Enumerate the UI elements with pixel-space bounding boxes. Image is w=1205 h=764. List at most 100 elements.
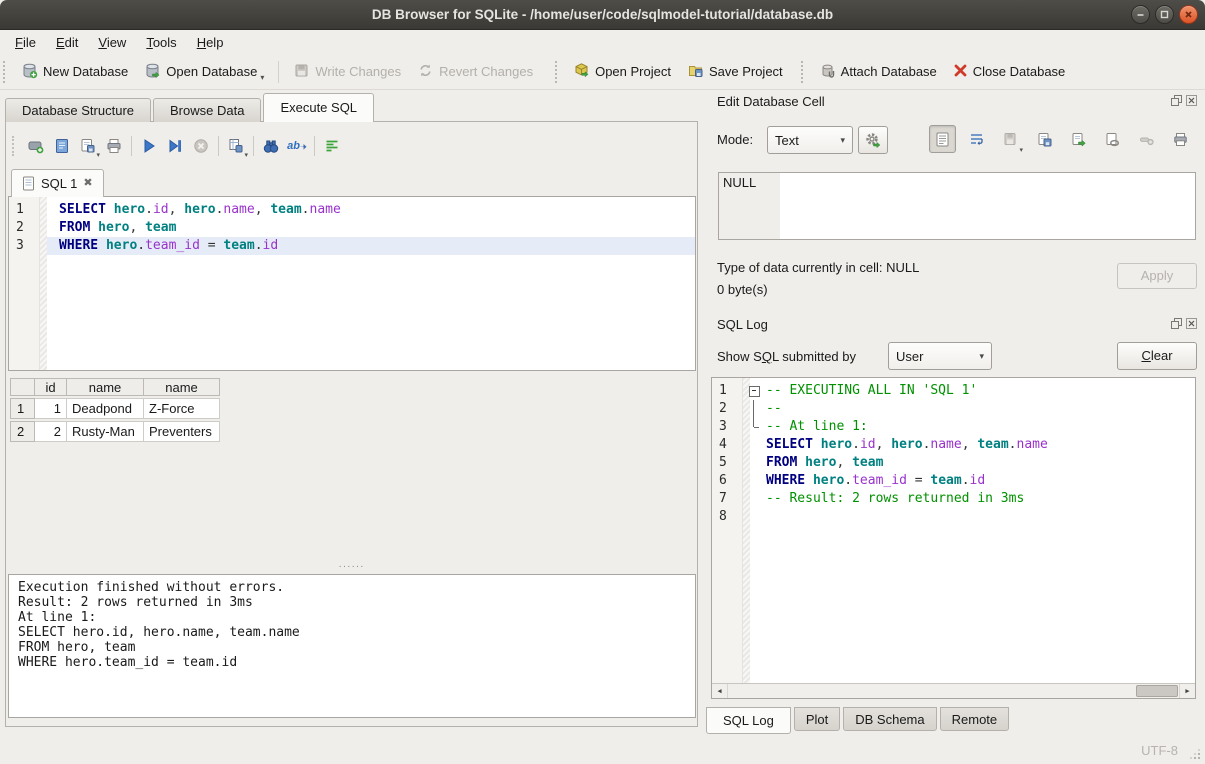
float-dock-icon[interactable]	[1171, 318, 1182, 329]
execute-line-icon	[166, 137, 184, 155]
code-text: -- EXECUTING ALL IN 'SQL 1'	[764, 382, 977, 400]
tab-database-structure[interactable]: Database Structure	[5, 98, 151, 122]
table-row: 11DeadpondZ-Force	[10, 398, 220, 419]
close-sql-tab-icon[interactable]: ✖	[83, 178, 92, 189]
menu-file[interactable]: File	[5, 33, 46, 52]
sql-log-view[interactable]: ◀ ▶ 1-- EXECUTING ALL IN 'SQL 1'2--3-- A…	[711, 377, 1196, 699]
print-sql-button[interactable]	[101, 134, 127, 158]
close-button[interactable]	[1179, 5, 1198, 24]
log-horizontal-scrollbar[interactable]: ◀ ▶	[712, 683, 1195, 698]
code-text: WHERE hero.team_id = team.id	[39, 237, 278, 255]
main-toolbar: New Database Open Database ▾ Write Chang…	[0, 54, 1205, 90]
fold-spacer	[742, 436, 764, 454]
link-data-button[interactable]	[1099, 125, 1126, 153]
new-database-button[interactable]: New Database	[13, 57, 136, 87]
maximize-icon	[1156, 6, 1173, 23]
clear-log-button[interactable]: Clear	[1117, 342, 1197, 370]
find-button[interactable]	[258, 134, 284, 158]
print-icon	[1172, 131, 1189, 148]
code-text: --	[764, 400, 782, 418]
scrollbar-thumb[interactable]	[1136, 685, 1178, 697]
open-project-button[interactable]: Open Project	[565, 57, 679, 87]
titlebar[interactable]: DB Browser for SQLite - /home/user/code/…	[0, 0, 1205, 30]
execution-status-log[interactable]: Execution finished without errors. Resul…	[8, 574, 696, 718]
new-tab-icon	[27, 137, 45, 155]
scroll-left-icon[interactable]: ◀	[712, 684, 728, 698]
minimize-button[interactable]	[1131, 5, 1150, 24]
code-line: 1SELECT hero.id, hero.name, team.name	[9, 201, 695, 219]
menu-tools[interactable]: Tools	[136, 33, 186, 52]
grid-corner-header[interactable]	[10, 378, 35, 396]
tab-db-schema[interactable]: DB Schema	[843, 707, 936, 731]
write-changes-button: Write Changes	[285, 57, 409, 87]
toolbar-drag-handle[interactable]	[555, 61, 561, 83]
stop-execution-button	[188, 134, 214, 158]
menu-help[interactable]: Help	[187, 33, 234, 52]
resize-grip[interactable]	[1198, 757, 1200, 759]
tab-sql-log[interactable]: SQL Log	[706, 707, 791, 734]
save-results-icon	[227, 137, 245, 155]
toolbar-drag-handle[interactable]	[3, 61, 9, 83]
save-as-button[interactable]	[1031, 125, 1058, 153]
print-cell-button[interactable]	[1167, 125, 1194, 153]
line-number: 1	[9, 201, 39, 219]
grid-column-header[interactable]: name	[67, 378, 144, 396]
grid-cell[interactable]: Z-Force	[144, 398, 220, 419]
grid-cell[interactable]: 2	[35, 421, 67, 442]
close-dock-icon[interactable]	[1186, 318, 1197, 329]
menu-edit[interactable]: Edit	[46, 33, 88, 52]
tab-browse-data[interactable]: Browse Data	[153, 98, 261, 122]
attach-database-button[interactable]: Attach Database	[811, 57, 945, 87]
tab-plot[interactable]: Plot	[794, 707, 840, 731]
save-results-dropdown-icon[interactable]: ▾	[244, 151, 248, 159]
grid-cell[interactable]: Deadpond	[67, 398, 144, 419]
text-mode-button[interactable]	[929, 125, 956, 153]
link-icon	[1104, 131, 1121, 148]
grid-column-header[interactable]: name	[144, 378, 220, 396]
sql-editor[interactable]: 1SELECT hero.id, hero.name, team.name2FR…	[8, 196, 696, 371]
open-sql-file-icon	[53, 137, 71, 155]
save-sql-file-button[interactable]: ▾	[75, 134, 101, 158]
line-number: 8	[712, 508, 742, 526]
float-dock-icon[interactable]	[1171, 95, 1182, 106]
pane-splitter-handle[interactable]: ······	[5, 563, 698, 571]
toolbar-drag-handle[interactable]	[801, 61, 807, 83]
save-results-button[interactable]: ▾	[223, 134, 249, 158]
scroll-right-icon[interactable]: ▶	[1179, 684, 1195, 698]
open-sql-file-button[interactable]	[49, 134, 75, 158]
fold-marker-icon[interactable]	[742, 382, 764, 400]
grid-cell[interactable]: Preventers	[144, 421, 220, 442]
tab-remote[interactable]: Remote	[940, 707, 1010, 731]
log-filter-select[interactable]: User ▾	[888, 342, 992, 370]
maximize-button[interactable]	[1155, 5, 1174, 24]
code-line: 7-- Result: 2 rows returned in 3ms	[712, 490, 1195, 508]
execute-all-button[interactable]	[136, 134, 162, 158]
replace-button[interactable]: ab	[284, 134, 310, 158]
save-sql-dropdown-icon[interactable]: ▾	[96, 151, 100, 159]
code-text: WHERE hero.team_id = team.id	[764, 472, 985, 490]
grid-cell[interactable]: 1	[35, 398, 67, 419]
import-data-button[interactable]	[858, 126, 888, 154]
open-database-button[interactable]: Open Database ▾	[136, 57, 272, 87]
tab-sql-1[interactable]: SQL 1 ✖	[11, 169, 104, 197]
close-dock-icon[interactable]	[1186, 95, 1197, 106]
format-sql-button[interactable]	[319, 134, 345, 158]
menu-view[interactable]: View	[88, 33, 136, 52]
cell-value-editor[interactable]: NULL	[718, 172, 1196, 240]
export-cell-button[interactable]	[1065, 125, 1092, 153]
save-project-button[interactable]: Save Project	[679, 57, 791, 87]
toolbar-drag-handle[interactable]	[12, 136, 18, 156]
toolbar-separator	[131, 136, 132, 156]
tab-execute-sql[interactable]: Execute SQL	[263, 93, 374, 122]
mode-select[interactable]: Text ▾	[767, 126, 853, 154]
results-grid: idnamename11DeadpondZ-Force22Rusty-ManPr…	[10, 376, 220, 444]
line-number: 7	[712, 490, 742, 508]
open-database-dropdown-icon[interactable]: ▾	[260, 73, 264, 82]
execute-current-line-button[interactable]	[162, 134, 188, 158]
grid-cell[interactable]: Rusty-Man	[67, 421, 144, 442]
new-sql-tab-button[interactable]	[23, 134, 49, 158]
grid-column-header[interactable]: id	[35, 378, 67, 396]
word-wrap-button[interactable]	[963, 125, 990, 153]
close-database-button[interactable]: Close Database	[945, 58, 1074, 86]
main-tab-bar: Database Structure Browse Data Execute S…	[5, 93, 376, 122]
